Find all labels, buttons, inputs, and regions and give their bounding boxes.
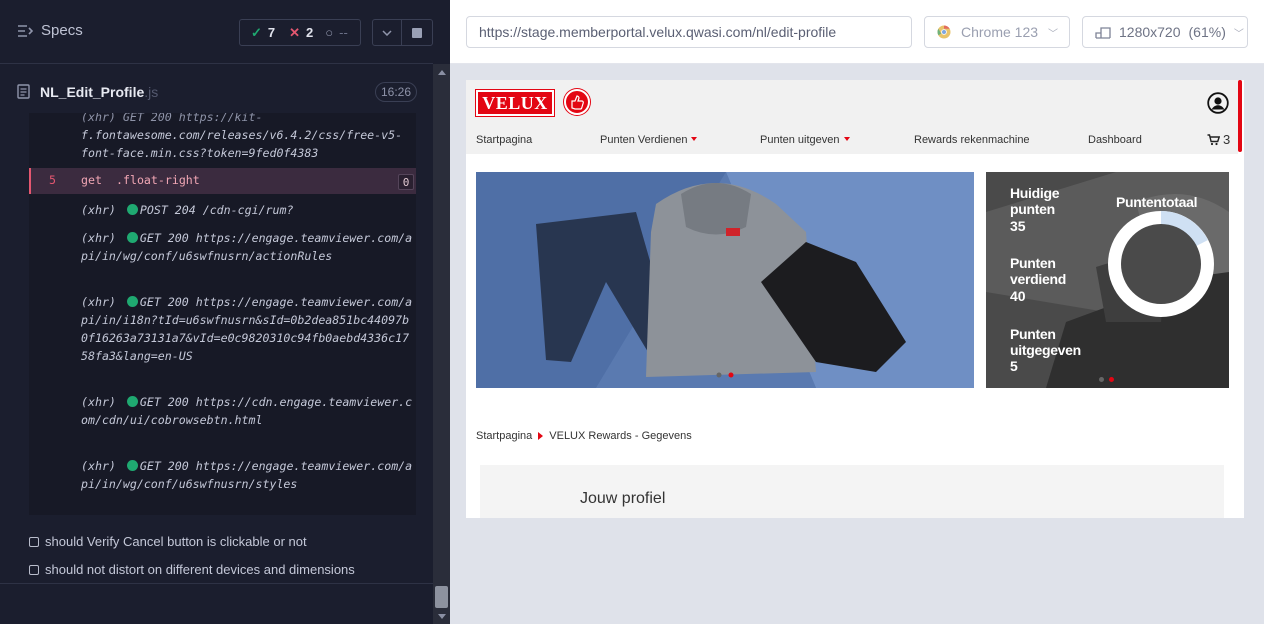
test-runner-panel: Specs ✓ 7 ✕ 2 ○ -- NL_Edit_Profile.js 16…	[0, 0, 450, 624]
viewport-icon	[1095, 27, 1111, 39]
log-entry[interactable]: (xhr) POST 204 /cdn-cgi/rum?	[81, 201, 416, 219]
pending-count: --	[339, 25, 348, 40]
url-bar[interactable]: https://stage.memberportal.velux.qwasi.c…	[466, 16, 912, 48]
user-account-icon[interactable]	[1207, 92, 1229, 114]
scroll-down-icon[interactable]	[438, 614, 446, 619]
breadcrumb-arrow-icon	[538, 432, 544, 440]
spec-duration: 16:26	[375, 82, 417, 102]
pending-icon: ○	[325, 25, 334, 40]
product-banner[interactable]	[476, 172, 974, 388]
browser-selector[interactable]: Chrome 123 ﹀	[924, 16, 1070, 48]
status-dot-icon	[126, 232, 138, 243]
nav-dashboard[interactable]: Dashboard	[1088, 134, 1142, 146]
test-item-cancel[interactable]: should Verify Cancel button is clickable…	[29, 534, 307, 549]
command-name: get	[81, 173, 102, 187]
document-icon	[17, 84, 30, 99]
pending-checkbox-icon	[29, 564, 39, 575]
specs-toggle[interactable]: Specs	[17, 22, 83, 39]
spec-file-row[interactable]: NL_Edit_Profile.js 16:26	[0, 72, 433, 112]
thumbs-up-icon	[571, 95, 584, 110]
runner-scrollbar[interactable]	[433, 64, 450, 624]
carousel-dots[interactable]	[1099, 377, 1114, 382]
breadcrumb-home[interactable]: Startpagina	[476, 430, 532, 442]
log-entry[interactable]: (xhr) GET 200 https://engage.teamviewer.…	[81, 293, 416, 365]
test-title: should Verify Cancel button is clickable…	[45, 534, 307, 549]
cart-count: 3	[1223, 132, 1231, 147]
status-dot-icon	[126, 296, 138, 307]
spent-points-label: Punten uitgegeven	[1010, 326, 1081, 358]
chevron-down-icon: ﹀	[1233, 28, 1244, 40]
divider	[0, 583, 433, 584]
current-points-label: Huidige punten	[1010, 185, 1060, 217]
command-number: 5	[49, 173, 56, 187]
cart-icon	[1207, 133, 1220, 145]
viewport-size[interactable]: 1280x720 (61%) ﹀	[1082, 16, 1248, 48]
cart-button[interactable]: 3	[1207, 132, 1230, 147]
status-dot-icon	[126, 396, 138, 407]
cross-icon: ✕	[289, 24, 301, 40]
site-nav: Startpagina Punten Verdienen Punten uitg…	[466, 126, 1238, 154]
status-dot-icon	[126, 460, 138, 471]
chrome-icon	[937, 25, 951, 39]
current-points-value: 35	[1010, 218, 1026, 234]
caret-down-icon	[843, 137, 850, 141]
banner-image	[476, 172, 974, 388]
specs-header: Specs ✓ 7 ✕ 2 ○ --	[0, 0, 433, 64]
status-dot-icon	[126, 204, 138, 215]
caret-down-icon	[691, 137, 698, 141]
log-entry-partial: (xhr) GET 200 https://kit-	[81, 113, 416, 126]
breadcrumb-current: VELUX Rewards - Gegevens	[549, 430, 692, 442]
test-item-distort[interactable]: should not distort on different devices …	[29, 562, 355, 577]
check-icon: ✓	[251, 24, 262, 40]
log-url: f.fontawesome.com/releases/v6.4.2/css/fr…	[81, 128, 403, 160]
log-tag: (xhr) GET 200 https://kit-	[81, 113, 263, 124]
log-entry[interactable]: (xhr) GET 200 https://engage.teamviewer.…	[81, 229, 416, 265]
carousel-dot-active-icon[interactable]	[1109, 377, 1114, 382]
nav-startpagina[interactable]: Startpagina	[476, 134, 532, 146]
site-header: VELUX	[466, 80, 1238, 126]
test-title: should not distort on different devices …	[45, 562, 355, 577]
profile-section: Jouw profiel	[480, 465, 1224, 518]
pending-checkbox-icon	[29, 536, 39, 547]
spent-points-value: 5	[1010, 358, 1018, 374]
viewport-dimensions: 1280x720	[1119, 24, 1181, 40]
command-selector: .float-right	[116, 173, 200, 187]
earned-points-value: 40	[1010, 288, 1026, 304]
rewards-logo[interactable]	[564, 89, 590, 115]
log-entry[interactable]: (xhr) GET 200 https://engage.teamviewer.…	[81, 457, 416, 493]
total-points-label: Puntentotaal	[1116, 194, 1198, 210]
nav-punten-uitgeven[interactable]: Punten uitgeven	[760, 134, 850, 146]
breadcrumb: Startpagina VELUX Rewards - Gegevens	[476, 430, 692, 442]
browser-name: Chrome 123	[961, 24, 1039, 40]
command-row-get[interactable]: 5 get .float-right 0	[29, 168, 416, 194]
carousel-dot-icon[interactable]	[1099, 377, 1104, 382]
stop-icon	[412, 27, 422, 38]
spec-file-name: NL_Edit_Profile.js	[40, 84, 159, 100]
test-stats: ✓ 7 ✕ 2 ○ --	[239, 19, 361, 46]
log-entry[interactable]: (xhr) GET 200 https://cdn.engage.teamvie…	[81, 393, 416, 429]
earned-points-label: Punten verdiend	[1010, 255, 1066, 287]
scrollbar-thumb[interactable]	[435, 586, 448, 608]
specs-title-label: Specs	[41, 22, 83, 39]
chevron-down-icon	[382, 29, 392, 36]
command-count-badge: 0	[398, 174, 414, 190]
viewport-zoom: (61%)	[1188, 24, 1226, 40]
nav-punten-verdienen[interactable]: Punten Verdienen	[600, 134, 698, 146]
aut-toolbar: https://stage.memberportal.velux.qwasi.c…	[450, 0, 1264, 64]
points-summary-card[interactable]: Huidige punten 35 Punten verdiend 40 Pun…	[986, 172, 1229, 388]
scroll-up-icon[interactable]	[438, 70, 446, 75]
specs-list-icon	[18, 24, 33, 37]
profile-title: Jouw profiel	[580, 490, 666, 507]
nav-rewards-rekenmachine[interactable]: Rewards rekenmachine	[914, 134, 1030, 146]
failed-count: 2	[306, 25, 314, 40]
app-iframe[interactable]: VELUX Startpagina Punten Verdienen Punte…	[466, 80, 1244, 518]
stop-button[interactable]	[401, 19, 433, 46]
collapse-button[interactable]	[372, 19, 402, 46]
passed-count: 7	[267, 25, 276, 40]
chevron-down-icon: ﹀	[1048, 28, 1059, 40]
spec-file-ext: .js	[144, 84, 159, 100]
command-log[interactable]: (xhr) GET 200 https://kit- f.fontawesome…	[29, 113, 416, 515]
iframe-scrollbar[interactable]	[1238, 80, 1242, 152]
velux-logo[interactable]: VELUX	[475, 89, 555, 117]
